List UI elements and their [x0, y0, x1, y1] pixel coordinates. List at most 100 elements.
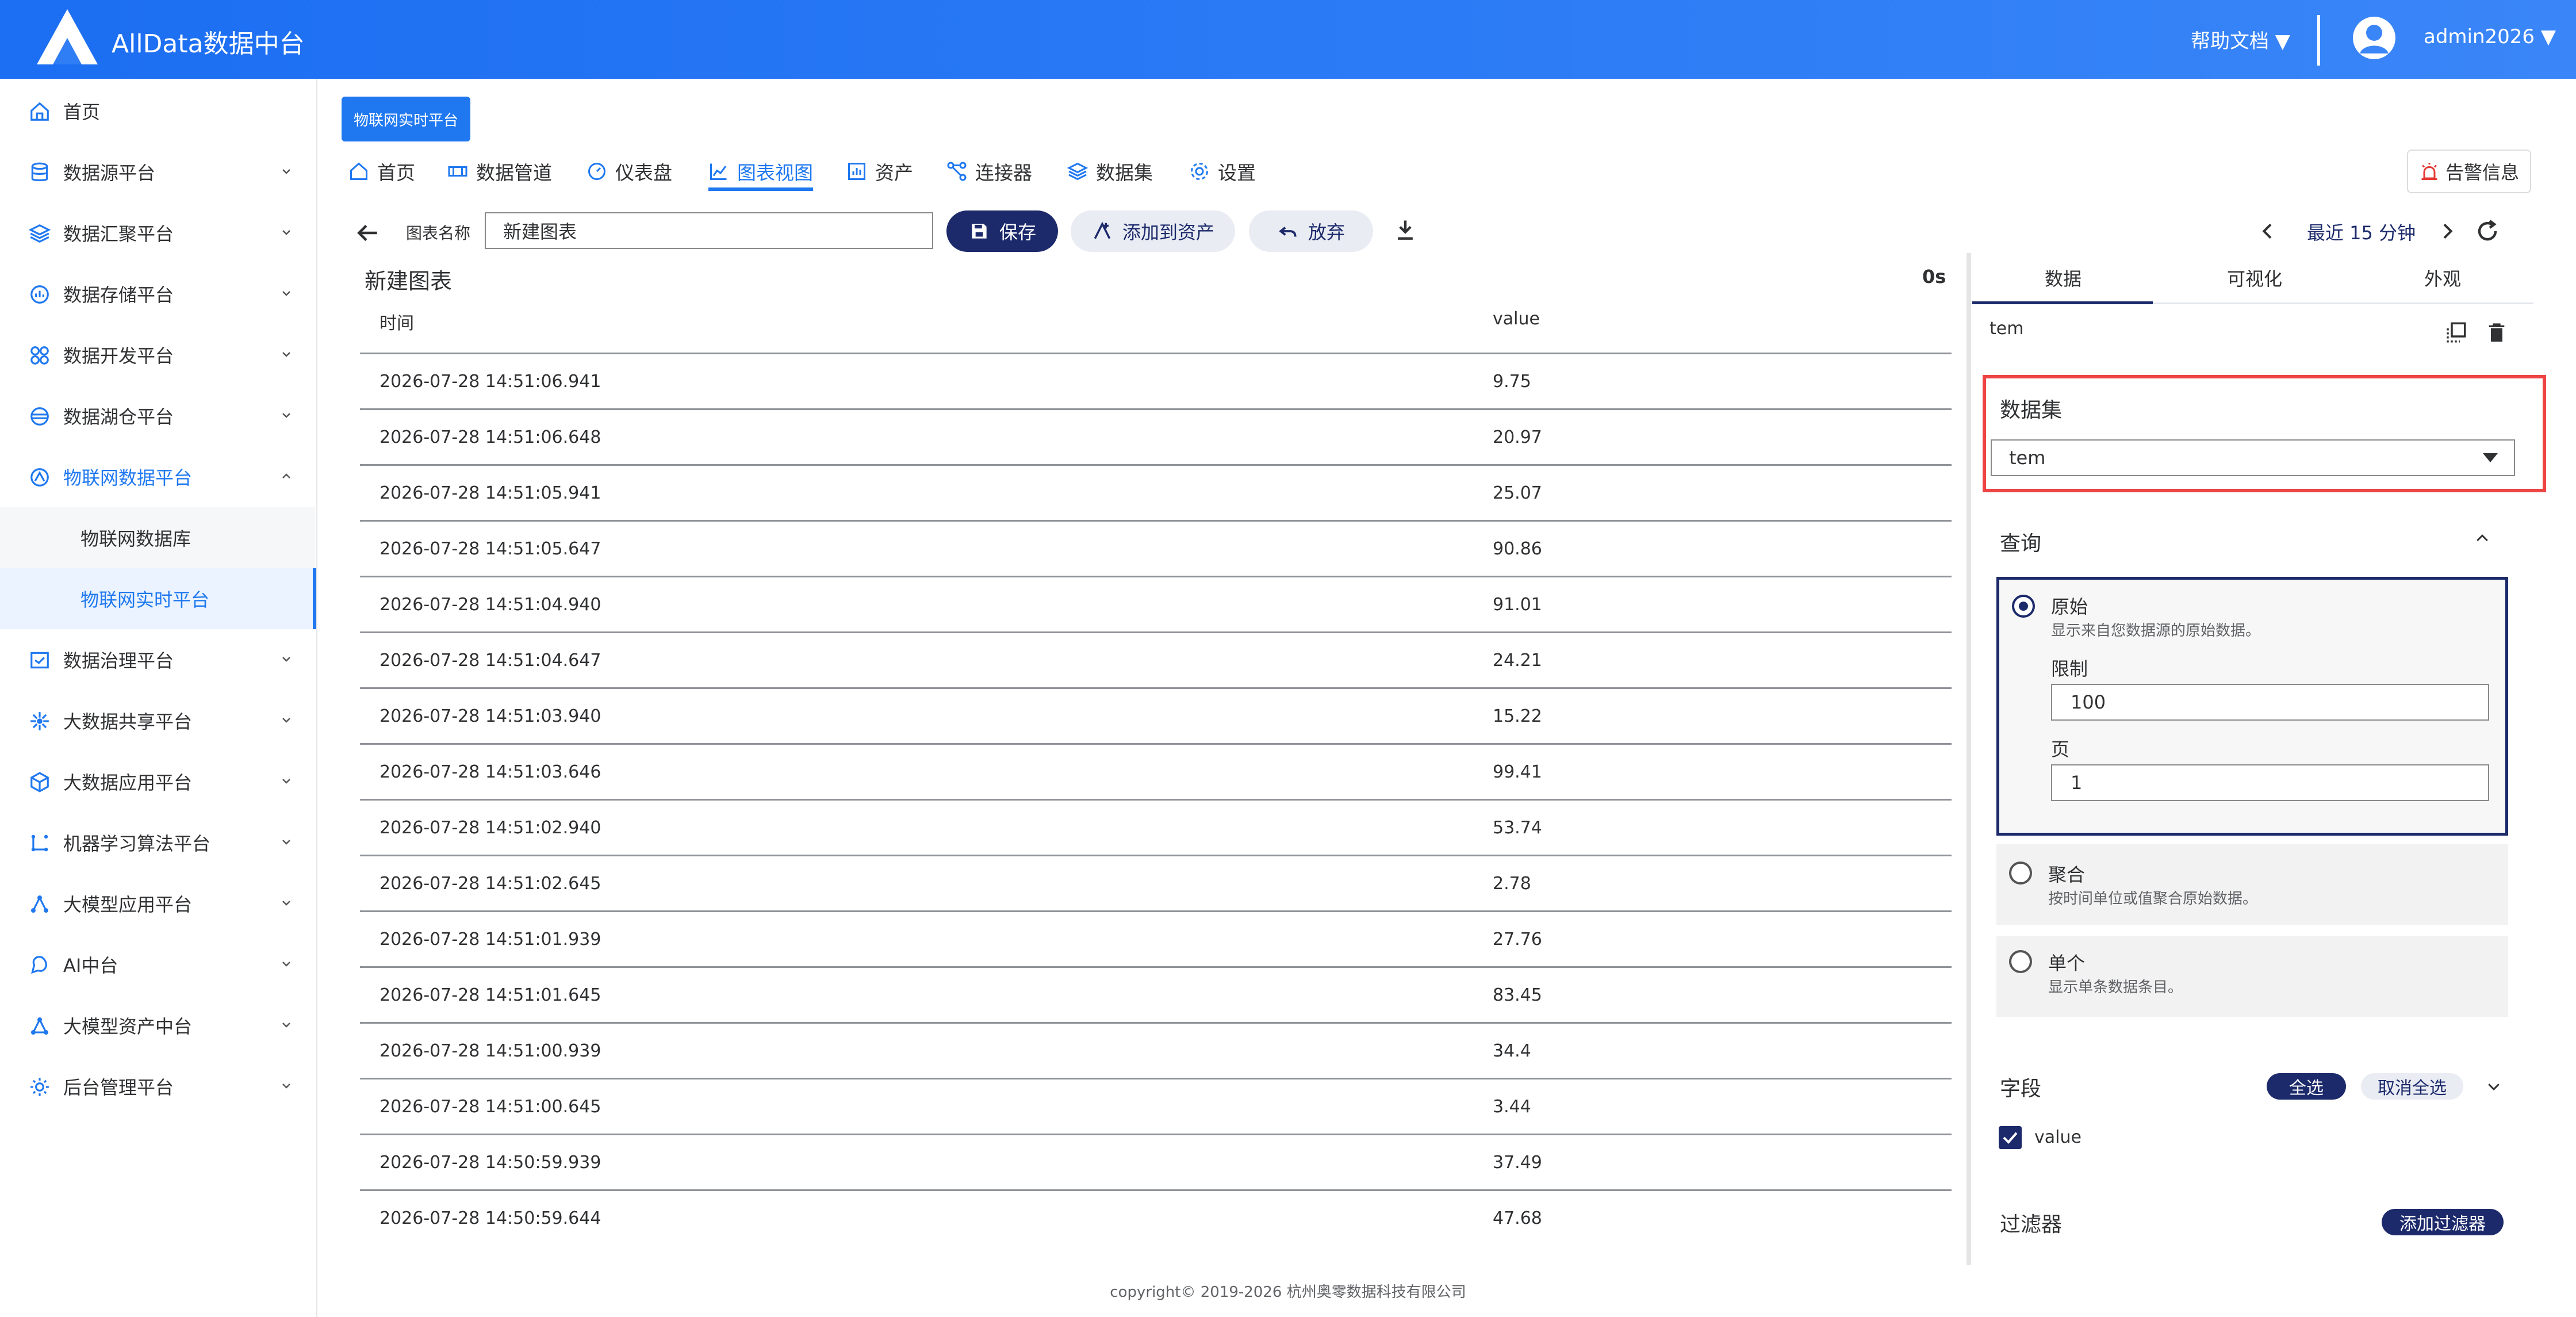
caret-down-icon	[2483, 453, 2498, 462]
panel-splitter[interactable]	[1966, 253, 1971, 1265]
chevron-down-icon	[282, 1023, 290, 1028]
dataset-select[interactable]: tem	[1991, 439, 2515, 476]
limit-input[interactable]: 100	[2051, 684, 2489, 721]
tab-label: 图表视图	[737, 162, 813, 184]
iot-icon	[30, 468, 49, 487]
chevron-down-icon	[282, 840, 290, 845]
query-option-single[interactable]: 单个 显示单条数据条目。	[1996, 936, 2508, 1017]
table-row: 2026-07-28 14:51:04.940 91.01	[360, 576, 1952, 633]
tab-label: 仪表盘	[615, 162, 672, 184]
chevron-left-icon[interactable]	[2256, 219, 2279, 244]
sidebar-item-label: 数据汇聚平台	[63, 223, 174, 245]
add-to-assets-button[interactable]: 添加到资产	[1071, 210, 1235, 252]
help-docs-menu[interactable]: 帮助文档 ▼	[2191, 25, 2290, 53]
admin-icon	[30, 1078, 49, 1096]
sidebar-item-ai[interactable]: AI中台	[0, 934, 315, 995]
save-label: 保存	[999, 221, 1036, 243]
tab-datasets[interactable]: 数据集	[1067, 154, 1153, 189]
sidebar-item-admin[interactable]: 后台管理平台	[0, 1056, 315, 1117]
radio-raw[interactable]	[2012, 595, 2035, 618]
sidebar-item-label: 大数据应用平台	[63, 772, 193, 794]
alert-info-button[interactable]: 告警信息	[2407, 150, 2531, 193]
sidebar-item-llm-asset[interactable]: 大模型资产中台	[0, 995, 315, 1056]
sidebar-item-lakehouse[interactable]: 数据湖仓平台	[0, 385, 315, 446]
tab-connectors[interactable]: 连接器	[946, 154, 1032, 189]
sidebar-item-iot-realtime[interactable]: 物联网实时平台	[0, 568, 316, 629]
chart-name-input[interactable]	[485, 212, 933, 249]
tab-settings[interactable]: 设置	[1189, 154, 1256, 189]
add-asset-icon	[1094, 221, 1111, 239]
sidebar-item-home[interactable]: 首页	[0, 81, 315, 141]
cell-time: 2026-07-28 14:51:02.645	[379, 874, 601, 894]
sidebar-item-storage[interactable]: 数据存储平台	[0, 263, 315, 324]
time-range-picker[interactable]: 最近 15 分钟	[2307, 219, 2416, 245]
tab-appearance[interactable]: 外观	[2424, 265, 2461, 291]
sidebar-item-iot[interactable]: 物联网数据平台	[0, 446, 315, 507]
tab-chart-view[interactable]: 图表视图	[708, 154, 813, 189]
page-input[interactable]: 1	[2051, 764, 2489, 801]
active-tab-indicator	[708, 187, 813, 191]
cell-time: 2026-07-28 14:51:06.648	[379, 427, 601, 447]
sidebar-item-aggregation[interactable]: 数据汇聚平台	[0, 202, 315, 263]
sidebar-item-iot-database[interactable]: 物联网数据库	[0, 507, 315, 568]
deselect-all-button[interactable]: 取消全选	[2361, 1073, 2463, 1100]
chevron-right-icon[interactable]	[2436, 219, 2459, 244]
tab-dashboard[interactable]: 仪表盘	[586, 154, 672, 189]
radio-single[interactable]	[2009, 950, 2032, 973]
platform-tag[interactable]: 物联网实时平台	[342, 97, 470, 141]
sidebar-item-label: 机器学习算法平台	[63, 833, 211, 855]
trash-icon[interactable]	[2485, 320, 2508, 346]
chevron-down-icon	[282, 352, 290, 357]
tab-visualization[interactable]: 可视化	[2227, 265, 2282, 291]
avatar[interactable]	[2352, 16, 2397, 60]
chevron-down-icon[interactable]	[2484, 1078, 2504, 1095]
sidebar-item-label: 后台管理平台	[63, 1077, 174, 1098]
table-row: 2026-07-28 14:51:03.940 15.22	[360, 687, 1952, 745]
tab-data[interactable]: 数据	[2045, 265, 2082, 291]
sidebar-item-label: 物联网数据平台	[63, 467, 193, 489]
sidebar-item-development[interactable]: 数据开发平台	[0, 324, 315, 385]
select-all-button[interactable]: 全选	[2267, 1073, 2346, 1100]
raw-title: 原始	[2051, 596, 2088, 618]
field-checkbox-value[interactable]	[1999, 1126, 2022, 1149]
sidebar: 首页 数据源平台 数据汇聚平台 数据存储平台 数据开发平台 数据湖仓平台 物联网…	[0, 79, 317, 1317]
tab-label: 资产	[875, 162, 913, 184]
sidebar-item-share[interactable]: 大数据共享平台	[0, 690, 315, 751]
asset-icon	[848, 163, 865, 180]
tab-label: 数据管道	[476, 162, 552, 184]
tab-pipeline[interactable]: 数据管道	[447, 154, 552, 189]
sidebar-item-ml[interactable]: 机器学习算法平台	[0, 812, 315, 873]
tab-home[interactable]: 首页	[348, 154, 415, 189]
back-arrow-icon[interactable]	[353, 219, 382, 247]
sidebar-item-llm-app[interactable]: 大模型应用平台	[0, 873, 315, 934]
chart-icon	[710, 163, 727, 180]
table-row: 2026-07-28 14:51:04.647 24.21	[360, 631, 1952, 689]
page-label: 页	[2051, 738, 2070, 760]
user-menu[interactable]: admin2026 ▼	[2424, 25, 2556, 48]
add-filter-button[interactable]: 添加过滤器	[2382, 1209, 2504, 1235]
copy-icon[interactable]	[2444, 320, 2468, 345]
header-divider	[2317, 15, 2320, 66]
sidebar-item-label: 数据治理平台	[63, 650, 174, 672]
sidebar-item-application[interactable]: 大数据应用平台	[0, 751, 315, 812]
query-option-raw[interactable]: 原始 显示来自您数据源的原始数据。 限制 100 页 1	[1996, 577, 2508, 836]
cell-value: 91.01	[1493, 595, 1542, 615]
layers-icon	[29, 224, 51, 243]
discard-button[interactable]: 放弃	[1249, 210, 1373, 252]
pipeline-icon	[448, 166, 467, 177]
save-icon	[972, 224, 987, 239]
refresh-icon[interactable]	[2474, 217, 2501, 245]
download-icon[interactable]	[1393, 216, 1418, 244]
chevron-up-icon[interactable]	[2472, 529, 2492, 546]
query-option-aggregate[interactable]: 聚合 按时间单位或值聚合原始数据。	[1996, 844, 2508, 925]
radio-aggregate[interactable]	[2009, 862, 2032, 885]
sidebar-item-label: 物联网实时平台	[80, 589, 210, 611]
sidebar-item-governance[interactable]: 数据治理平台	[0, 629, 315, 690]
cell-value: 20.97	[1493, 427, 1542, 447]
dashboard-icon	[588, 163, 605, 180]
cube-icon	[30, 772, 49, 793]
sidebar-item-datasource[interactable]: 数据源平台	[0, 141, 315, 202]
tab-assets[interactable]: 资产	[846, 154, 913, 189]
sidebar-item-label: 大数据共享平台	[63, 711, 193, 733]
save-button[interactable]: 保存	[946, 210, 1058, 252]
